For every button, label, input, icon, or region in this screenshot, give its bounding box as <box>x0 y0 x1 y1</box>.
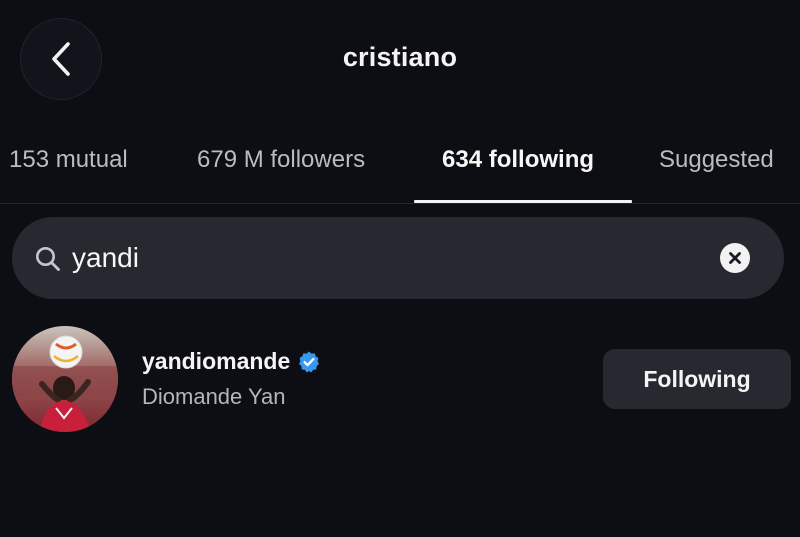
search-input[interactable] <box>72 235 692 281</box>
full-name: Diomande Yan <box>142 384 286 409</box>
clear-x-icon <box>729 252 741 264</box>
verified-badge-icon <box>299 351 320 372</box>
following-screen: cristiano 153 mutual 679 M followers 634… <box>0 0 800 537</box>
username-link[interactable]: yandiomande <box>142 348 321 375</box>
tab-suggested[interactable]: Suggested <box>659 146 774 174</box>
tab-followers[interactable]: 679 M followers <box>197 146 365 174</box>
clear-search-button[interactable] <box>720 243 750 273</box>
page-title: cristiano <box>342 42 458 72</box>
avatar[interactable] <box>12 326 118 432</box>
tab-following[interactable]: 634 following <box>442 146 594 174</box>
tab-bar: 153 mutual 679 M followers 634 following… <box>0 138 800 204</box>
profile-photo-image <box>12 326 118 432</box>
following-button[interactable]: Following <box>603 349 791 409</box>
active-tab-indicator <box>414 200 632 203</box>
list-item[interactable]: yandiomande Diomande Yan Following <box>0 322 800 434</box>
username: yandiomande <box>142 348 291 374</box>
search-bar <box>12 217 784 299</box>
tab-mutual[interactable]: 153 mutual <box>9 146 128 174</box>
search-icon <box>36 247 60 271</box>
